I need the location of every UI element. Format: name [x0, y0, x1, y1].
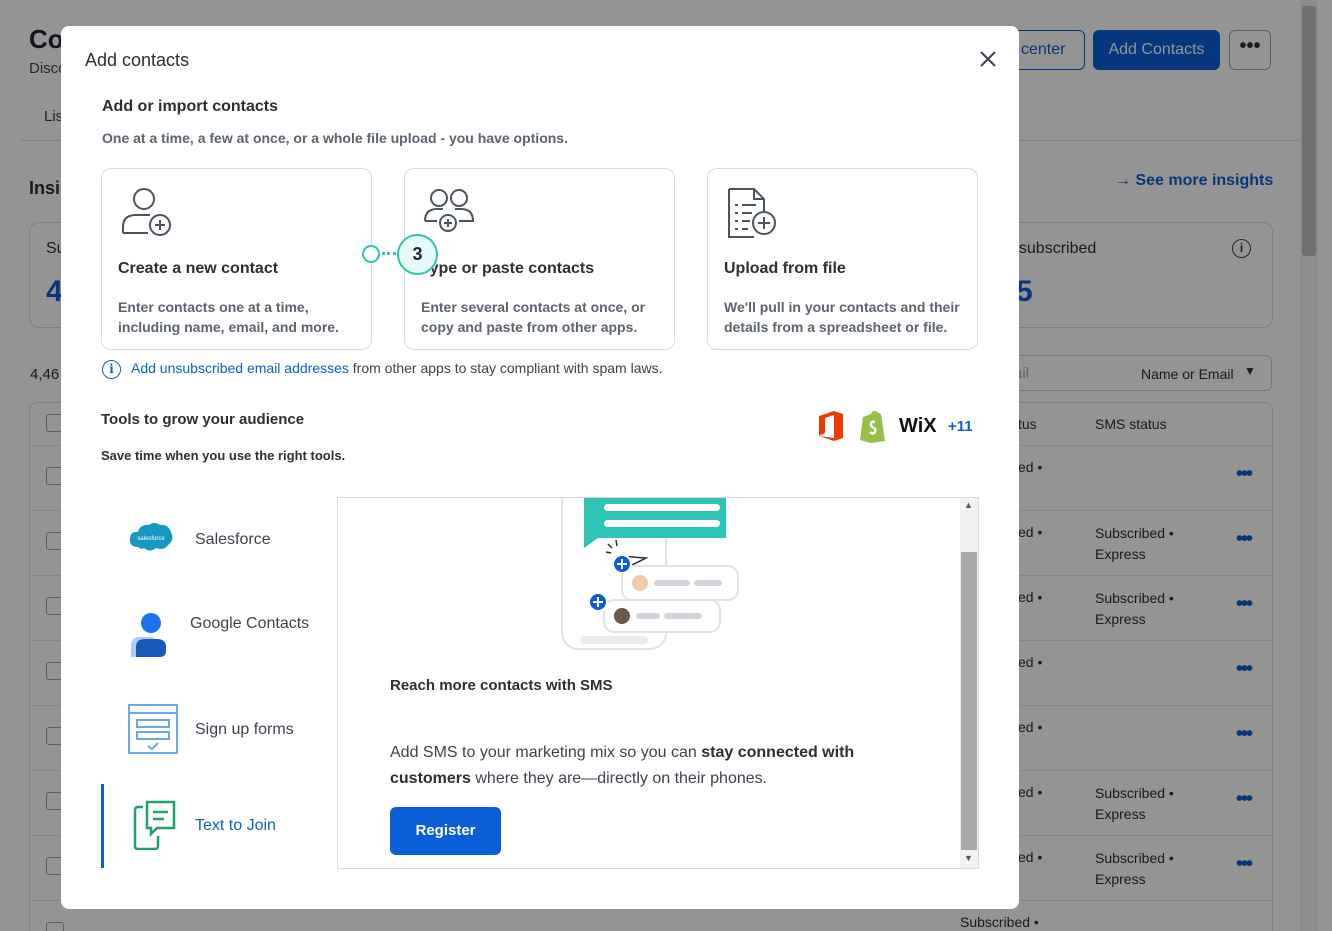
tools-section-title: Tools to grow your audience: [101, 411, 305, 428]
scroll-down-icon[interactable]: ▼: [964, 853, 973, 863]
step-indicator-dot: [362, 245, 380, 263]
person-add-icon: [122, 188, 171, 236]
scroll-up-icon[interactable]: ▲: [964, 500, 973, 510]
wix-logo: WiX: [899, 415, 937, 437]
svg-text:salesforce: salesforce: [137, 536, 165, 542]
option-title: Upload from file: [724, 260, 846, 277]
import-section-title: Add or import contacts: [102, 98, 279, 115]
option-description: Enter several contacts at once, or copy …: [421, 299, 646, 335]
people-add-icon: [424, 189, 475, 232]
tool-signup-forms[interactable]: Sign up forms: [101, 704, 331, 758]
close-icon: [980, 51, 996, 67]
salesforce-icon: salesforce: [129, 523, 173, 551]
shopify-logo-icon: [860, 410, 885, 443]
panel-text: where they are—directly on their phones.: [470, 770, 768, 787]
type-or-paste-contacts-card[interactable]: Type or paste contacts Enter several con…: [404, 168, 675, 350]
add-contacts-modal: Add contacts Add or import contacts One …: [61, 26, 1019, 909]
tool-label: Sign up forms: [195, 721, 294, 738]
tool-salesforce[interactable]: salesforce Salesforce: [101, 516, 331, 562]
tool-label: Salesforce: [195, 531, 271, 548]
create-new-contact-card[interactable]: Create a new contact Enter contacts one …: [101, 168, 372, 350]
panel-heading: Reach more contacts with SMS: [390, 677, 613, 694]
tool-label: Google Contacts: [190, 615, 310, 632]
import-section-subtitle: One at a time, a few at once, or a whole…: [102, 130, 568, 146]
option-title: Type or paste contacts: [421, 260, 595, 277]
tool-label: Text to Join: [195, 817, 276, 834]
modal-title: Add contacts: [85, 50, 190, 70]
close-button[interactable]: [973, 44, 1003, 74]
option-title: Create a new contact: [118, 260, 279, 277]
panel-text: Add SMS to your marketing mix so you can: [390, 744, 702, 761]
more-integrations-link[interactable]: +11: [948, 418, 973, 435]
text-to-join-icon: [133, 800, 176, 850]
option-description: Enter contacts one at a time, including …: [118, 299, 339, 335]
upload-from-file-card[interactable]: Upload from file We'll pull in your cont…: [707, 168, 978, 350]
unsubscribed-info-line: i Add unsubscribed email addresses from o…: [102, 360, 662, 379]
tool-google-contacts[interactable]: Google Contacts: [101, 606, 331, 666]
panel-scrollbar-thumb[interactable]: [961, 552, 977, 850]
info-text: from other apps to stay compliant with s…: [348, 360, 663, 377]
google-contacts-icon: [131, 613, 166, 657]
option-description: We'll pull in your contacts and their de…: [724, 299, 960, 335]
add-unsubscribed-link[interactable]: Add unsubscribed email addresses: [131, 360, 349, 376]
tool-text-to-join[interactable]: Text to Join: [101, 800, 331, 854]
tools-section-subtitle: Save time when you use the right tools.: [101, 448, 346, 463]
panel-description: Add SMS to your marketing mix so you can…: [390, 740, 890, 792]
signup-form-icon: [128, 704, 178, 754]
sms-illustration: [561, 498, 739, 650]
file-add-icon: [728, 188, 776, 238]
info-icon: i: [102, 360, 121, 379]
office-logo-icon: [819, 411, 843, 441]
register-button[interactable]: Register: [390, 807, 501, 855]
step-number-badge: 3: [397, 234, 438, 275]
